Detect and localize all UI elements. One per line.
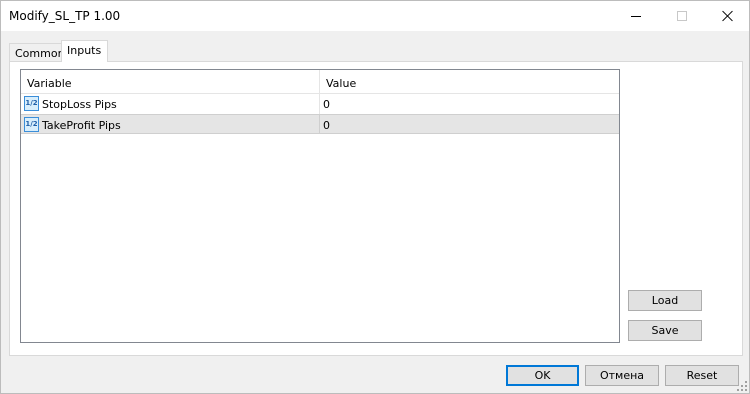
save-button[interactable]: Save	[628, 320, 702, 341]
reset-button[interactable]: Reset	[665, 365, 739, 386]
list-item[interactable]: 1/2 StopLoss Pips 0	[21, 94, 619, 114]
load-button[interactable]: Load	[628, 290, 702, 311]
cell-divider	[319, 94, 320, 114]
cell-divider	[319, 115, 320, 133]
column-header-variable[interactable]: Variable	[27, 77, 72, 90]
variable-value[interactable]: 0	[323, 98, 330, 111]
variable-value[interactable]: 0	[323, 119, 330, 132]
close-button[interactable]	[705, 1, 750, 31]
list-header: Variable Value	[21, 70, 619, 94]
inputs-list[interactable]: Variable Value 1/2 StopLoss Pips 0 1/2 T…	[20, 69, 620, 343]
tab-common[interactable]: Common	[9, 43, 65, 62]
tab-inputs[interactable]: Inputs	[61, 40, 108, 62]
cancel-button[interactable]: Отмена	[585, 365, 659, 386]
close-icon	[722, 10, 734, 22]
maximize-icon	[677, 11, 687, 21]
ok-button[interactable]: OK	[506, 365, 579, 386]
column-divider[interactable]	[319, 70, 320, 94]
column-header-value[interactable]: Value	[326, 77, 356, 90]
title-bar[interactable]: Modify_SL_TP 1.00	[1, 1, 749, 31]
variable-name: StopLoss Pips	[42, 98, 117, 111]
minimize-button[interactable]	[613, 1, 659, 31]
list-item[interactable]: 1/2 TakeProfit Pips 0	[21, 114, 619, 134]
window-title: Modify_SL_TP 1.00	[9, 9, 121, 23]
number-icon: 1/2	[24, 117, 39, 132]
maximize-button	[659, 1, 705, 31]
resize-grip-icon[interactable]	[737, 381, 747, 391]
minimize-icon	[631, 15, 641, 17]
variable-name: TakeProfit Pips	[42, 119, 121, 132]
dialog-window: Modify_SL_TP 1.00 Common Inputs Variable…	[0, 0, 750, 394]
number-icon: 1/2	[24, 96, 39, 111]
